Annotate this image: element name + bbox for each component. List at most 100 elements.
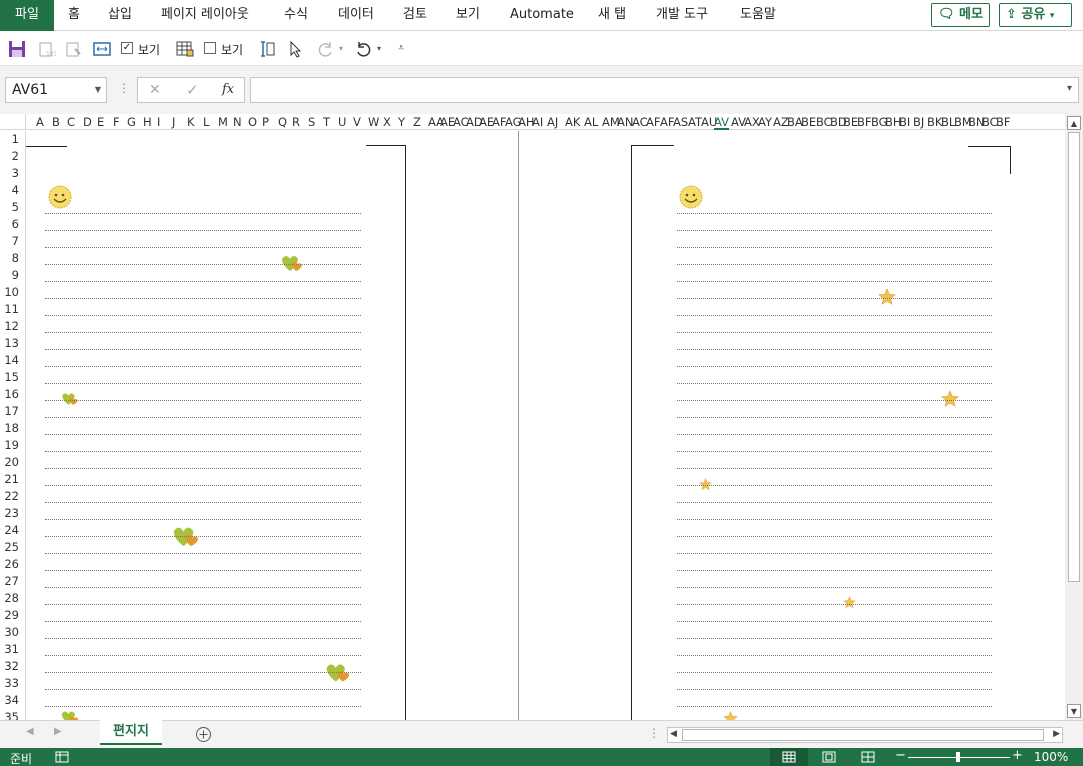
more-options-icon[interactable]: ⋮ [648, 726, 660, 740]
column-header[interactable]: AT [688, 115, 702, 129]
column-header[interactable]: H [143, 115, 152, 129]
column-header[interactable]: L [203, 115, 209, 129]
row-header[interactable]: 9 [12, 268, 19, 282]
next-sheet-icon[interactable]: ▶ [54, 726, 62, 737]
scroll-down-icon[interactable]: ▼ [1067, 704, 1081, 718]
zoom-level[interactable]: 100% [1034, 750, 1068, 764]
expand-formula-icon[interactable]: ▾ [1067, 83, 1072, 94]
column-header[interactable]: C [67, 115, 75, 129]
row-header[interactable]: 1 [12, 132, 19, 146]
row-header[interactable]: 20 [4, 455, 19, 469]
row-header[interactable]: 31 [4, 642, 19, 656]
tab-data[interactable]: 데이터 [338, 0, 374, 31]
sheet-tab[interactable]: 편지지 [100, 720, 162, 745]
select-all-corner[interactable] [0, 114, 26, 130]
column-header[interactable]: Y [398, 115, 405, 129]
column-header[interactable]: AY [758, 115, 772, 129]
column-header[interactable]: E [97, 115, 104, 129]
column-header[interactable]: AI [532, 115, 543, 129]
share-button[interactable]: ⇪ 공유 ▾ [999, 3, 1072, 27]
row-header[interactable]: 10 [4, 285, 19, 299]
paste-format-icon[interactable] [65, 40, 83, 58]
column-header[interactable]: BJ [913, 115, 924, 129]
row-header[interactable]: 28 [4, 591, 19, 605]
row-header[interactable]: 7 [12, 234, 19, 248]
column-header[interactable]: X [383, 115, 391, 129]
row-header[interactable]: 11 [4, 302, 19, 316]
column-header[interactable]: AL [584, 115, 598, 129]
formula-input[interactable]: ▾ [250, 77, 1079, 103]
hscroll-thumb[interactable] [682, 729, 1044, 741]
row-header[interactable]: 19 [4, 438, 19, 452]
row-header[interactable]: 24 [4, 523, 19, 537]
row-header[interactable]: 32 [4, 659, 19, 673]
tab-view[interactable]: 보기 [456, 0, 480, 31]
column-header[interactable]: D [83, 115, 92, 129]
redo-dropdown-icon[interactable]: ▾ [339, 44, 343, 53]
row-header[interactable]: 13 [4, 336, 19, 350]
column-header[interactable]: AF [646, 115, 660, 129]
column-header[interactable]: BE [843, 115, 858, 129]
column-header[interactable]: AS [673, 115, 688, 129]
column-header[interactable]: AN [617, 115, 633, 129]
prev-sheet-icon[interactable]: ◀ [26, 726, 34, 737]
column-header[interactable]: P [262, 115, 269, 129]
tab-new-tab[interactable]: 새 탭 [598, 0, 626, 31]
column-header[interactable]: U [338, 115, 346, 129]
tab-help[interactable]: 도움말 [740, 0, 776, 31]
scroll-up-icon[interactable]: ▲ [1067, 116, 1081, 130]
row-header[interactable]: 27 [4, 574, 19, 588]
column-header[interactable]: AK [565, 115, 580, 129]
column-header[interactable]: W [368, 115, 379, 129]
row-header[interactable]: 18 [4, 421, 19, 435]
paste-values-icon[interactable]: 123 [38, 40, 56, 58]
tab-file[interactable]: 파일 [0, 0, 54, 31]
tab-formulas[interactable]: 수식 [284, 0, 308, 31]
column-header[interactable]: V [353, 115, 361, 129]
page-layout-view-icon[interactable] [822, 751, 836, 763]
row-header[interactable]: 17 [4, 404, 19, 418]
add-sheet-icon[interactable] [195, 726, 212, 743]
save-icon[interactable] [8, 40, 26, 58]
row-header[interactable]: 34 [4, 693, 19, 707]
zoom-in-icon[interactable]: + [1012, 748, 1023, 763]
row-header[interactable]: 22 [4, 489, 19, 503]
redo-icon[interactable] [316, 40, 334, 58]
row-header[interactable]: 33 [4, 676, 19, 690]
page-break-view-icon[interactable] [861, 751, 875, 763]
row-header[interactable]: 6 [12, 217, 19, 231]
confirm-icon[interactable]: ✓ [186, 81, 199, 99]
cancel-icon[interactable]: ✕ [149, 82, 161, 98]
column-header[interactable]: AJ [547, 115, 558, 129]
column-header[interactable]: M [218, 115, 228, 129]
column-header[interactable]: G [127, 115, 136, 129]
row-header[interactable]: 14 [4, 353, 19, 367]
row-header[interactable]: 26 [4, 557, 19, 571]
normal-view-button[interactable] [770, 748, 808, 766]
row-header[interactable]: 8 [12, 251, 19, 265]
column-header[interactable]: I [157, 115, 160, 129]
tab-insert[interactable]: 삽입 [108, 0, 132, 31]
row-header[interactable]: 29 [4, 608, 19, 622]
row-header[interactable]: 5 [12, 200, 19, 214]
undo-dropdown-icon[interactable]: ▾ [377, 44, 381, 53]
column-header[interactable]: O [248, 115, 257, 129]
tab-home[interactable]: 홈 [68, 0, 80, 31]
column-header[interactable]: F [113, 115, 120, 129]
zoom-out-icon[interactable]: − [895, 748, 906, 763]
row-header[interactable]: 12 [4, 319, 19, 333]
column-header[interactable]: BF [996, 115, 1011, 129]
column-header[interactable]: BE [801, 115, 816, 129]
tab-page-layout[interactable]: 페이지 레이아웃 [161, 0, 249, 31]
tab-review[interactable]: 검토 [403, 0, 427, 31]
row-height-icon[interactable] [258, 40, 276, 58]
insert-function-icon[interactable]: fx [222, 82, 234, 97]
column-header[interactable]: R [292, 115, 300, 129]
tab-automate[interactable]: Automate [510, 0, 574, 31]
column-header[interactable]: A [36, 115, 44, 129]
row-header[interactable]: 2 [12, 149, 19, 163]
vertical-scrollbar[interactable]: ▲ ▼ [1065, 114, 1083, 720]
scroll-right-icon[interactable]: ▶ [1053, 729, 1060, 739]
column-header[interactable]: BI [899, 115, 910, 129]
chevron-down-icon[interactable]: ▼ [95, 78, 101, 102]
